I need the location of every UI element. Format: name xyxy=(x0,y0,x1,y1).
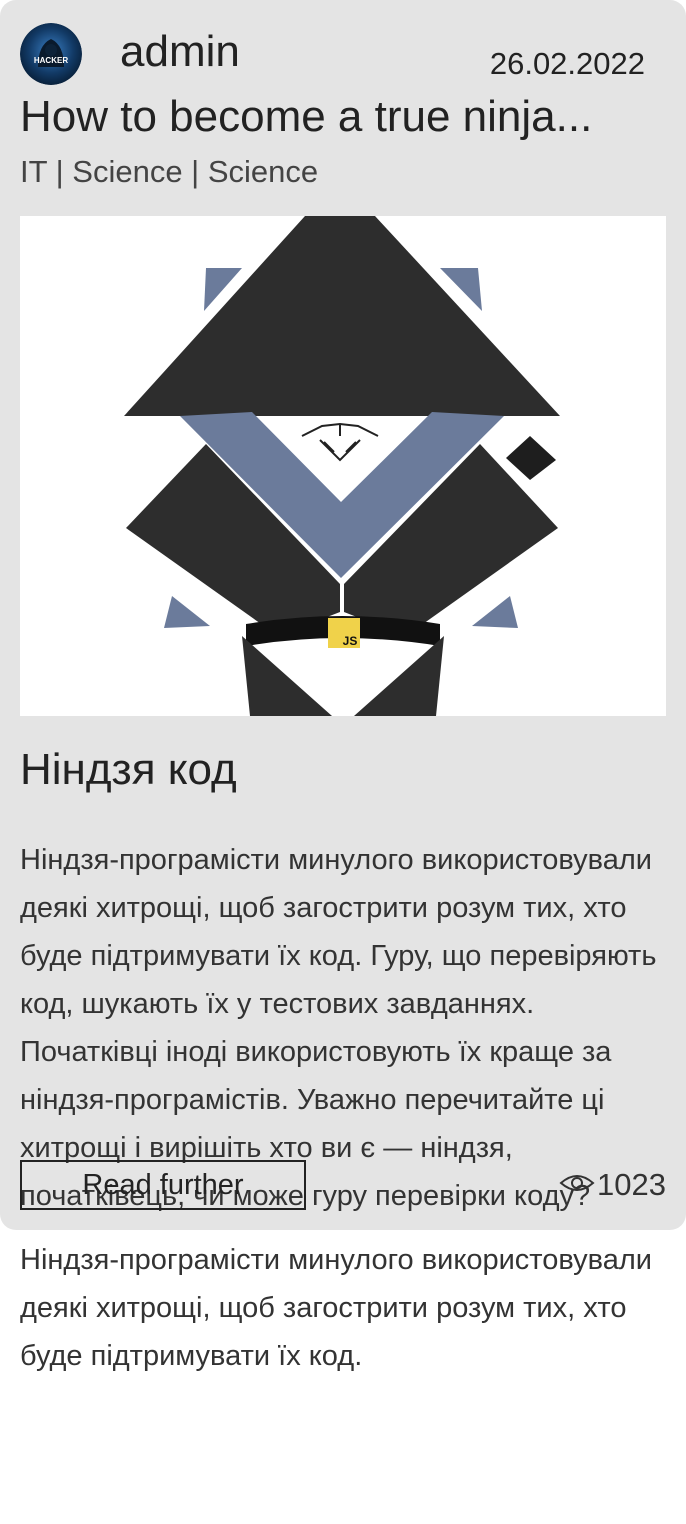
post-date: 26.02.2022 xyxy=(489,46,645,81)
author-avatar[interactable]: HACKER xyxy=(20,23,82,85)
eye-icon xyxy=(559,1167,595,1203)
post-card: HACKER admin 26.02.2022 How to become a … xyxy=(0,0,686,1372)
ninja-illustration: JS xyxy=(124,216,560,716)
post-title[interactable]: How to become a true ninja... xyxy=(20,90,592,144)
sword-handle-shape xyxy=(506,436,556,480)
views-counter: 1023 xyxy=(559,1164,666,1206)
author-name[interactable]: admin xyxy=(120,26,240,78)
right-sleeve-shape xyxy=(472,596,518,628)
right-leg-shape xyxy=(354,636,444,716)
post-image[interactable]: JS xyxy=(20,216,666,716)
js-badge-label: JS xyxy=(343,634,358,648)
left-sleeve-shape xyxy=(164,596,210,628)
ninja-hat-shape xyxy=(124,216,560,416)
article-content: Ніндзя-програмісти минулого використовув… xyxy=(20,836,660,1396)
read-further-button[interactable]: Read further xyxy=(20,1160,306,1210)
article-paragraph: Ніндзя-програмісти минулого використовув… xyxy=(20,1244,652,1372)
post-categories: IT | Science | Science xyxy=(20,154,319,189)
face-mark xyxy=(301,422,379,462)
views-count: 1023 xyxy=(597,1167,666,1202)
avatar-caption: HACKER xyxy=(34,56,68,65)
hacker-avatar-image: HACKER xyxy=(20,23,82,85)
article-heading: Ніндзя код xyxy=(20,745,237,794)
left-leg-shape xyxy=(242,636,332,716)
